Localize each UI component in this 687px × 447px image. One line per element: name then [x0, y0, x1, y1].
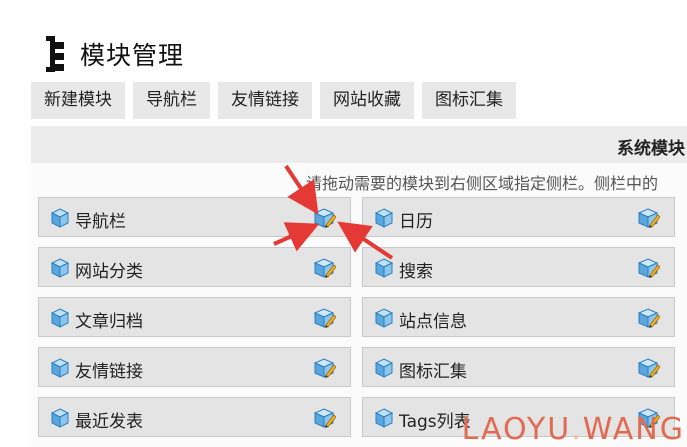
- drag-hint: 请拖动需要的模块到右侧区域指定侧栏。侧栏中的: [306, 174, 659, 193]
- cube-icon: [50, 258, 70, 278]
- tab-bar: 新建模块 导航栏 友情链接 网站收藏 图标汇集: [31, 82, 516, 119]
- edit-pencil-icon[interactable]: [313, 257, 337, 279]
- widget-left-2[interactable]: 文章归档: [38, 297, 351, 337]
- widget-left-1[interactable]: 网站分类: [38, 247, 351, 287]
- page-header: 模块管理: [44, 34, 184, 74]
- edit-pencil-icon[interactable]: [313, 307, 337, 329]
- page-title: 模块管理: [80, 41, 185, 70]
- widget-label: 图标汇集: [399, 362, 467, 382]
- cube-icon: [374, 208, 394, 228]
- widget-label: 友情链接: [75, 362, 143, 382]
- widget-left-3[interactable]: 友情链接: [38, 347, 351, 387]
- watermark-tail: WANG: [582, 412, 685, 447]
- watermark: LAOYU.WANG: [462, 412, 685, 447]
- edit-pencil-icon[interactable]: [637, 357, 661, 379]
- cube-icon: [374, 308, 394, 328]
- watermark-main: LAOYU: [461, 412, 572, 447]
- widget-label: 网站分类: [75, 262, 143, 282]
- cube-icon: [374, 408, 394, 428]
- widget-right-1[interactable]: 搜索: [362, 247, 675, 287]
- cube-icon: [50, 358, 70, 378]
- widget-label: 日历: [399, 212, 433, 232]
- edit-pencil-icon[interactable]: [637, 207, 661, 229]
- cube-icon: [374, 258, 394, 278]
- sitemap-icon: [44, 36, 68, 72]
- widget-label: 文章归档: [75, 312, 143, 332]
- widget-label: 最近发表: [75, 412, 143, 432]
- widget-label: 站点信息: [399, 312, 467, 332]
- cube-icon: [374, 358, 394, 378]
- cube-icon: [50, 208, 70, 228]
- watermark-separator: .: [571, 412, 583, 447]
- widget-right-3[interactable]: 图标汇集: [362, 347, 675, 387]
- widget-label: 搜索: [399, 262, 433, 282]
- tab-friend-links[interactable]: 友情链接: [218, 82, 312, 119]
- widget-left-4[interactable]: 最近发表: [38, 397, 351, 437]
- edit-pencil-icon[interactable]: [313, 357, 337, 379]
- cube-icon: [50, 408, 70, 428]
- widget-label: 导航栏: [75, 212, 126, 232]
- widget-label: Tags列表: [399, 412, 471, 432]
- edit-pencil-icon[interactable]: [637, 257, 661, 279]
- widget-right-0[interactable]: 日历: [362, 197, 675, 237]
- tab-icon-collection[interactable]: 图标汇集: [422, 82, 516, 119]
- tab-navbar[interactable]: 导航栏: [133, 82, 210, 119]
- cube-icon: [50, 308, 70, 328]
- tab-new-module[interactable]: 新建模块: [31, 82, 125, 119]
- panel-title: 系统模块: [617, 139, 685, 159]
- edit-pencil-icon[interactable]: [313, 407, 337, 429]
- panel-header: 系统模块: [31, 126, 687, 163]
- tab-site-favorites[interactable]: 网站收藏: [320, 82, 414, 119]
- edit-pencil-icon[interactable]: [313, 207, 337, 229]
- widget-left-0[interactable]: 导航栏: [38, 197, 351, 237]
- edit-pencil-icon[interactable]: [637, 307, 661, 329]
- widget-right-2[interactable]: 站点信息: [362, 297, 675, 337]
